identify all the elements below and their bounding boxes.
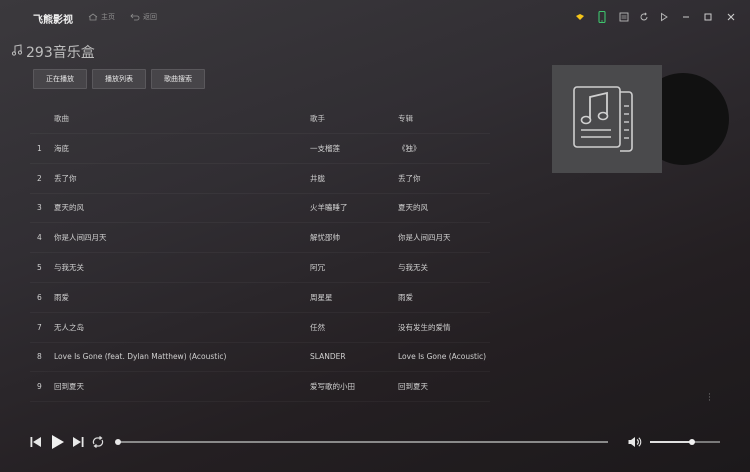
song-album: Love Is Gone (Acoustic) bbox=[398, 352, 487, 362]
back-link[interactable]: 返回 bbox=[130, 12, 157, 22]
song-album: 夏天的风 bbox=[398, 203, 428, 213]
next-icon bbox=[73, 437, 84, 447]
song-album: 没有发生的爱情 bbox=[398, 322, 451, 332]
player-bar bbox=[0, 428, 750, 458]
app-title: 飞熊影视 bbox=[33, 15, 73, 26]
music-note-icon bbox=[11, 44, 23, 60]
progress-handle[interactable] bbox=[115, 439, 121, 445]
loop-button[interactable] bbox=[91, 435, 105, 449]
tab-song-search[interactable]: 歌曲搜索 bbox=[151, 69, 205, 89]
previous-icon bbox=[30, 437, 41, 447]
row-index: 3 bbox=[37, 203, 42, 213]
song-artist: 一支榴莲 bbox=[310, 143, 340, 153]
progress-track[interactable] bbox=[118, 441, 608, 443]
play-button[interactable] bbox=[50, 434, 65, 450]
song-album: 丢了你 bbox=[398, 173, 421, 183]
header-song: 歌曲 bbox=[54, 114, 69, 123]
table-row[interactable]: 7 无人之岛 任然 没有发生的爱情 bbox=[30, 313, 490, 343]
row-index: 2 bbox=[37, 173, 42, 183]
home-icon bbox=[88, 13, 98, 21]
loop-icon bbox=[92, 436, 104, 448]
home-label: 主页 bbox=[101, 13, 115, 21]
song-artist: 井胧 bbox=[310, 173, 325, 183]
next-button[interactable] bbox=[71, 435, 85, 449]
song-album: 《独》 bbox=[398, 143, 421, 153]
refresh-icon[interactable] bbox=[638, 11, 650, 23]
row-index: 1 bbox=[37, 143, 42, 153]
row-index: 4 bbox=[37, 233, 42, 243]
row-index: 5 bbox=[37, 263, 42, 273]
row-index: 6 bbox=[37, 292, 42, 302]
page-title-text: 293音乐盒 bbox=[26, 45, 95, 61]
song-title: 夏天的风 bbox=[54, 203, 84, 213]
tab-playlist[interactable]: 播放列表 bbox=[92, 69, 146, 89]
album-sleeve bbox=[552, 65, 662, 173]
maximize-icon[interactable] bbox=[702, 11, 714, 23]
volume-icon bbox=[628, 437, 642, 447]
table-row[interactable]: 6 雨爱 周星星 雨爱 bbox=[30, 283, 490, 313]
song-album: 与我无关 bbox=[398, 263, 428, 273]
table-header: 歌曲 歌手 专辑 bbox=[30, 104, 490, 134]
document-icon[interactable] bbox=[618, 11, 630, 23]
song-title: 你是人间四月天 bbox=[54, 233, 107, 243]
row-index: 9 bbox=[37, 382, 42, 392]
tab-now-playing[interactable]: 正在播放 bbox=[33, 69, 87, 89]
song-artist: SLANDER bbox=[310, 352, 346, 362]
volume-handle[interactable] bbox=[689, 439, 695, 445]
table-row[interactable]: 2 丢了你 井胧 丢了你 bbox=[30, 164, 490, 194]
home-link[interactable]: 主页 bbox=[88, 12, 115, 22]
song-artist: 火羊瞌睡了 bbox=[310, 203, 348, 213]
song-title: 与我无关 bbox=[54, 263, 84, 273]
song-artist: 周星星 bbox=[310, 292, 333, 302]
volume-button[interactable] bbox=[627, 435, 643, 449]
header-album: 专辑 bbox=[398, 114, 413, 123]
song-title: Love Is Gone (feat. Dylan Matthew) (Acou… bbox=[54, 352, 227, 362]
song-title: 雨爱 bbox=[54, 292, 69, 302]
row-index: 8 bbox=[37, 352, 42, 362]
table-row[interactable]: 3 夏天的风 火羊瞌睡了 夏天的风 bbox=[30, 194, 490, 224]
play-outline-icon[interactable] bbox=[658, 11, 670, 23]
page-title: 293音乐盒 bbox=[11, 42, 95, 62]
song-artist: 阿冗 bbox=[310, 263, 325, 273]
song-artist: 爱写歌的小田 bbox=[310, 382, 355, 392]
mobile-icon[interactable] bbox=[596, 11, 608, 23]
header-artist: 歌手 bbox=[310, 114, 325, 123]
music-sheet-icon bbox=[573, 86, 633, 152]
row-index: 7 bbox=[37, 322, 42, 332]
song-artist: 解忧邵帅 bbox=[310, 233, 340, 243]
volume-fill bbox=[650, 441, 692, 443]
table-row[interactable]: 5 与我无关 阿冗 与我无关 bbox=[30, 253, 490, 283]
table-row[interactable]: 4 你是人间四月天 解忧邵帅 你是人间四月天 bbox=[30, 223, 490, 254]
more-dots-icon[interactable]: · · · bbox=[708, 391, 711, 406]
previous-button[interactable] bbox=[29, 435, 43, 449]
table-row[interactable]: 8 Love Is Gone (feat. Dylan Matthew) (Aco… bbox=[30, 343, 490, 373]
song-title: 丢了你 bbox=[54, 173, 77, 183]
music-tabs: 正在播放 播放列表 歌曲搜索 bbox=[33, 69, 205, 89]
minimize-icon[interactable] bbox=[680, 11, 692, 23]
song-album: 雨爱 bbox=[398, 292, 413, 302]
title-bar: 飞熊影视 主页 返回 bbox=[0, 0, 750, 34]
song-title: 海底 bbox=[54, 143, 69, 153]
song-album: 回到夏天 bbox=[398, 382, 428, 392]
song-table: 歌曲 歌手 专辑 1 海底 一支榴莲 《独》 2 丢了你 井胧 丢了你 3 夏天的风 火羊瞌睡了 夏天… bbox=[30, 104, 490, 403]
table-row[interactable]: 9 回到夏天 爱写歌的小田 回到夏天 bbox=[30, 372, 490, 403]
back-label: 返回 bbox=[143, 13, 157, 21]
skin-icon[interactable] bbox=[574, 11, 586, 23]
song-album: 你是人间四月天 bbox=[398, 233, 451, 243]
table-row[interactable]: 1 海底 一支榴莲 《独》 bbox=[30, 134, 490, 164]
back-icon bbox=[130, 13, 140, 21]
song-title: 无人之岛 bbox=[54, 322, 84, 332]
play-icon bbox=[52, 435, 64, 449]
song-title: 回到夏天 bbox=[54, 382, 84, 392]
song-artist: 任然 bbox=[310, 322, 325, 332]
close-icon[interactable] bbox=[725, 11, 737, 23]
album-cover bbox=[552, 65, 729, 173]
